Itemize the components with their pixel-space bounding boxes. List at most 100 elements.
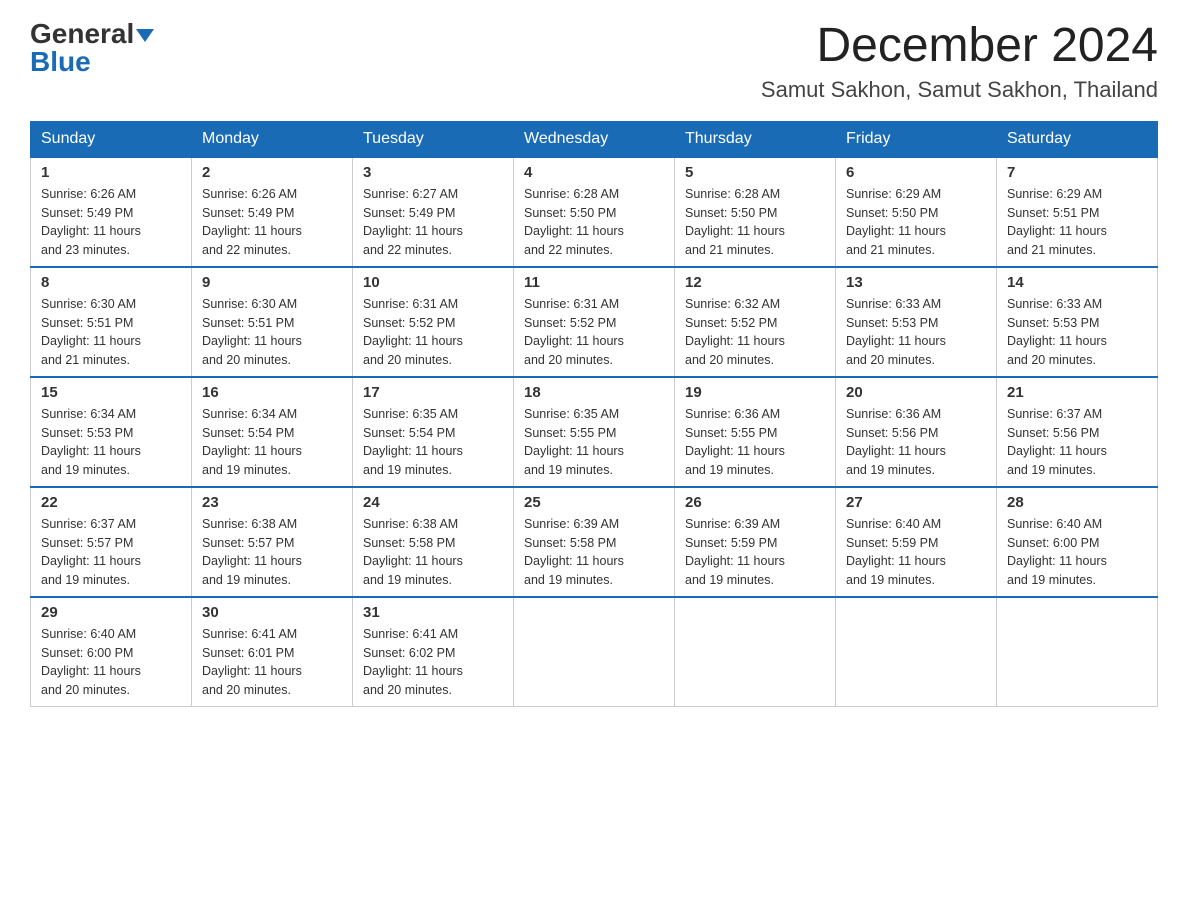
calendar-week-row: 15 Sunrise: 6:34 AM Sunset: 5:53 PM Dayl… xyxy=(31,377,1158,487)
day-info: Sunrise: 6:30 AM Sunset: 5:51 PM Dayligh… xyxy=(41,295,181,370)
table-row: 18 Sunrise: 6:35 AM Sunset: 5:55 PM Dayl… xyxy=(514,377,675,487)
day-info: Sunrise: 6:41 AM Sunset: 6:01 PM Dayligh… xyxy=(202,625,342,700)
table-row: 4 Sunrise: 6:28 AM Sunset: 5:50 PM Dayli… xyxy=(514,157,675,267)
day-info: Sunrise: 6:27 AM Sunset: 5:49 PM Dayligh… xyxy=(363,185,503,260)
table-row xyxy=(514,597,675,707)
day-info: Sunrise: 6:36 AM Sunset: 5:55 PM Dayligh… xyxy=(685,405,825,480)
table-row: 31 Sunrise: 6:41 AM Sunset: 6:02 PM Dayl… xyxy=(353,597,514,707)
table-row: 22 Sunrise: 6:37 AM Sunset: 5:57 PM Dayl… xyxy=(31,487,192,597)
day-number: 19 xyxy=(685,384,825,401)
day-info: Sunrise: 6:35 AM Sunset: 5:54 PM Dayligh… xyxy=(363,405,503,480)
day-info: Sunrise: 6:37 AM Sunset: 5:56 PM Dayligh… xyxy=(1007,405,1147,480)
day-info: Sunrise: 6:39 AM Sunset: 5:59 PM Dayligh… xyxy=(685,515,825,590)
day-info: Sunrise: 6:38 AM Sunset: 5:58 PM Dayligh… xyxy=(363,515,503,590)
day-info: Sunrise: 6:39 AM Sunset: 5:58 PM Dayligh… xyxy=(524,515,664,590)
table-row: 9 Sunrise: 6:30 AM Sunset: 5:51 PM Dayli… xyxy=(192,267,353,377)
day-number: 8 xyxy=(41,274,181,291)
table-row: 19 Sunrise: 6:36 AM Sunset: 5:55 PM Dayl… xyxy=(675,377,836,487)
table-row xyxy=(997,597,1158,707)
day-number: 14 xyxy=(1007,274,1147,291)
table-row: 21 Sunrise: 6:37 AM Sunset: 5:56 PM Dayl… xyxy=(997,377,1158,487)
table-row: 30 Sunrise: 6:41 AM Sunset: 6:01 PM Dayl… xyxy=(192,597,353,707)
day-number: 11 xyxy=(524,274,664,291)
col-header-thursday: Thursday xyxy=(675,121,836,157)
day-number: 21 xyxy=(1007,384,1147,401)
day-number: 31 xyxy=(363,604,503,621)
day-number: 28 xyxy=(1007,494,1147,511)
month-title: December 2024 xyxy=(761,20,1158,73)
day-info: Sunrise: 6:38 AM Sunset: 5:57 PM Dayligh… xyxy=(202,515,342,590)
day-info: Sunrise: 6:33 AM Sunset: 5:53 PM Dayligh… xyxy=(1007,295,1147,370)
table-row: 15 Sunrise: 6:34 AM Sunset: 5:53 PM Dayl… xyxy=(31,377,192,487)
table-row xyxy=(836,597,997,707)
day-info: Sunrise: 6:41 AM Sunset: 6:02 PM Dayligh… xyxy=(363,625,503,700)
day-number: 23 xyxy=(202,494,342,511)
day-info: Sunrise: 6:32 AM Sunset: 5:52 PM Dayligh… xyxy=(685,295,825,370)
table-row: 6 Sunrise: 6:29 AM Sunset: 5:50 PM Dayli… xyxy=(836,157,997,267)
table-row: 24 Sunrise: 6:38 AM Sunset: 5:58 PM Dayl… xyxy=(353,487,514,597)
table-row: 8 Sunrise: 6:30 AM Sunset: 5:51 PM Dayli… xyxy=(31,267,192,377)
logo-text-top: General xyxy=(30,20,154,48)
table-row: 3 Sunrise: 6:27 AM Sunset: 5:49 PM Dayli… xyxy=(353,157,514,267)
col-header-saturday: Saturday xyxy=(997,121,1158,157)
calendar-week-row: 29 Sunrise: 6:40 AM Sunset: 6:00 PM Dayl… xyxy=(31,597,1158,707)
day-number: 2 xyxy=(202,164,342,181)
logo: General Blue xyxy=(30,20,154,76)
table-row: 27 Sunrise: 6:40 AM Sunset: 5:59 PM Dayl… xyxy=(836,487,997,597)
calendar-header-row: Sunday Monday Tuesday Wednesday Thursday… xyxy=(31,121,1158,157)
day-number: 30 xyxy=(202,604,342,621)
day-info: Sunrise: 6:40 AM Sunset: 6:00 PM Dayligh… xyxy=(1007,515,1147,590)
table-row: 16 Sunrise: 6:34 AM Sunset: 5:54 PM Dayl… xyxy=(192,377,353,487)
col-header-sunday: Sunday xyxy=(31,121,192,157)
day-info: Sunrise: 6:29 AM Sunset: 5:51 PM Dayligh… xyxy=(1007,185,1147,260)
table-row: 17 Sunrise: 6:35 AM Sunset: 5:54 PM Dayl… xyxy=(353,377,514,487)
day-info: Sunrise: 6:31 AM Sunset: 5:52 PM Dayligh… xyxy=(524,295,664,370)
day-info: Sunrise: 6:36 AM Sunset: 5:56 PM Dayligh… xyxy=(846,405,986,480)
day-number: 26 xyxy=(685,494,825,511)
table-row: 11 Sunrise: 6:31 AM Sunset: 5:52 PM Dayl… xyxy=(514,267,675,377)
day-info: Sunrise: 6:26 AM Sunset: 5:49 PM Dayligh… xyxy=(202,185,342,260)
day-info: Sunrise: 6:28 AM Sunset: 5:50 PM Dayligh… xyxy=(524,185,664,260)
table-row xyxy=(675,597,836,707)
day-number: 1 xyxy=(41,164,181,181)
day-number: 6 xyxy=(846,164,986,181)
day-number: 5 xyxy=(685,164,825,181)
col-header-wednesday: Wednesday xyxy=(514,121,675,157)
table-row: 7 Sunrise: 6:29 AM Sunset: 5:51 PM Dayli… xyxy=(997,157,1158,267)
col-header-tuesday: Tuesday xyxy=(353,121,514,157)
day-info: Sunrise: 6:34 AM Sunset: 5:53 PM Dayligh… xyxy=(41,405,181,480)
table-row: 28 Sunrise: 6:40 AM Sunset: 6:00 PM Dayl… xyxy=(997,487,1158,597)
day-number: 16 xyxy=(202,384,342,401)
day-number: 12 xyxy=(685,274,825,291)
table-row: 29 Sunrise: 6:40 AM Sunset: 6:00 PM Dayl… xyxy=(31,597,192,707)
day-number: 10 xyxy=(363,274,503,291)
col-header-friday: Friday xyxy=(836,121,997,157)
day-info: Sunrise: 6:34 AM Sunset: 5:54 PM Dayligh… xyxy=(202,405,342,480)
day-info: Sunrise: 6:35 AM Sunset: 5:55 PM Dayligh… xyxy=(524,405,664,480)
title-block: December 2024 Samut Sakhon, Samut Sakhon… xyxy=(761,20,1158,103)
table-row: 10 Sunrise: 6:31 AM Sunset: 5:52 PM Dayl… xyxy=(353,267,514,377)
table-row: 20 Sunrise: 6:36 AM Sunset: 5:56 PM Dayl… xyxy=(836,377,997,487)
day-info: Sunrise: 6:28 AM Sunset: 5:50 PM Dayligh… xyxy=(685,185,825,260)
table-row: 12 Sunrise: 6:32 AM Sunset: 5:52 PM Dayl… xyxy=(675,267,836,377)
table-row: 13 Sunrise: 6:33 AM Sunset: 5:53 PM Dayl… xyxy=(836,267,997,377)
day-number: 18 xyxy=(524,384,664,401)
day-number: 25 xyxy=(524,494,664,511)
table-row: 25 Sunrise: 6:39 AM Sunset: 5:58 PM Dayl… xyxy=(514,487,675,597)
day-number: 13 xyxy=(846,274,986,291)
day-number: 27 xyxy=(846,494,986,511)
calendar-week-row: 22 Sunrise: 6:37 AM Sunset: 5:57 PM Dayl… xyxy=(31,487,1158,597)
calendar-week-row: 8 Sunrise: 6:30 AM Sunset: 5:51 PM Dayli… xyxy=(31,267,1158,377)
calendar-table: Sunday Monday Tuesday Wednesday Thursday… xyxy=(30,121,1158,707)
table-row: 5 Sunrise: 6:28 AM Sunset: 5:50 PM Dayli… xyxy=(675,157,836,267)
day-number: 22 xyxy=(41,494,181,511)
day-info: Sunrise: 6:26 AM Sunset: 5:49 PM Dayligh… xyxy=(41,185,181,260)
day-number: 9 xyxy=(202,274,342,291)
day-number: 17 xyxy=(363,384,503,401)
table-row: 2 Sunrise: 6:26 AM Sunset: 5:49 PM Dayli… xyxy=(192,157,353,267)
day-info: Sunrise: 6:30 AM Sunset: 5:51 PM Dayligh… xyxy=(202,295,342,370)
logo-text-bottom: Blue xyxy=(30,48,91,76)
table-row: 26 Sunrise: 6:39 AM Sunset: 5:59 PM Dayl… xyxy=(675,487,836,597)
day-number: 20 xyxy=(846,384,986,401)
day-info: Sunrise: 6:40 AM Sunset: 6:00 PM Dayligh… xyxy=(41,625,181,700)
